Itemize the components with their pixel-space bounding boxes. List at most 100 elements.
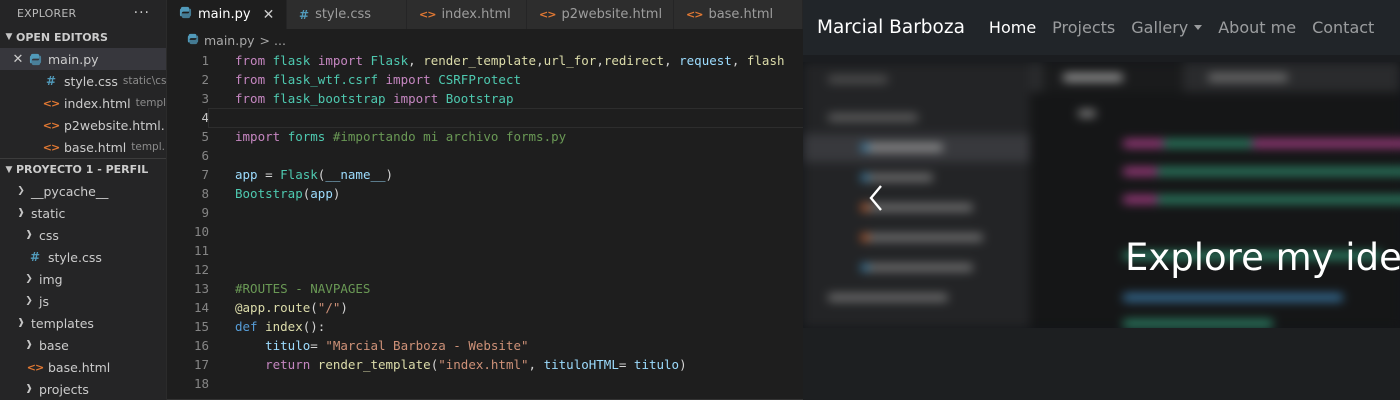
open-editor-item[interactable]: # style.css static\css xyxy=(0,70,166,92)
line-number: 4 xyxy=(201,110,209,125)
chevron-down-icon: ❱ xyxy=(25,230,33,240)
tree-item[interactable]: ❱ base xyxy=(0,334,166,356)
code-line: 2 from flask_wtf.csrf import CSRFProtect xyxy=(167,70,803,89)
tree-item[interactable]: ❱ static xyxy=(0,202,166,224)
open-editor-path: templ... xyxy=(131,141,166,153)
tree-item[interactable]: ❯ img xyxy=(0,268,166,290)
breadcrumb: main.py > ... xyxy=(167,29,803,51)
tab-style-css[interactable]: # style.css xyxy=(287,0,407,29)
tab-index-html[interactable]: <> index.html xyxy=(407,0,527,29)
code-line: 1 from flask import Flask, render_templat… xyxy=(167,51,803,70)
code-editor[interactable]: 1 from flask import Flask, render_templat… xyxy=(167,51,803,400)
css-file-icon: # xyxy=(45,74,57,88)
tree-item-label: base xyxy=(39,337,69,353)
more-actions-icon[interactable]: ··· xyxy=(134,5,150,21)
carousel-caption: Explore my ideas xyxy=(1125,236,1400,279)
open-editor-name: base.html xyxy=(64,139,127,155)
line-number: 1 xyxy=(201,53,209,68)
close-icon[interactable]: ✕ xyxy=(263,7,275,23)
open-editor-path: templ... xyxy=(135,97,166,109)
nav-about[interactable]: About me xyxy=(1218,18,1296,37)
tree-item[interactable]: ❱ templates xyxy=(0,312,166,334)
line-number: 9 xyxy=(201,205,209,220)
code-line: 9 xyxy=(167,203,803,222)
tree-item-label: css xyxy=(39,227,59,243)
code-line: 10 xyxy=(167,222,803,241)
line-number: 18 xyxy=(193,376,209,391)
line-number: 5 xyxy=(201,129,209,144)
line-number: 10 xyxy=(193,224,209,239)
code-line: 16 titulo= "Marcial Barboza - Website" xyxy=(167,336,803,355)
line-number: 3 xyxy=(201,91,209,106)
html-file-icon: <> xyxy=(42,118,60,132)
line-number: 8 xyxy=(201,186,209,201)
caret-down-icon xyxy=(1194,25,1203,30)
code-line: 8 Bootstrap(app) xyxy=(167,184,803,203)
open-editors-title: OPEN EDITORS xyxy=(16,30,108,44)
tree-item[interactable]: ❯ js xyxy=(0,290,166,312)
line-number: 13 xyxy=(193,281,209,296)
tab-label: p2website.html xyxy=(561,7,663,22)
open-editor-item[interactable]: <> p2website.html... xyxy=(0,114,166,136)
python-file-icon xyxy=(28,53,42,66)
breadcrumb-rest[interactable]: > ... xyxy=(260,33,286,48)
line-number: 15 xyxy=(193,319,209,334)
close-icon[interactable]: ✕ xyxy=(0,52,28,67)
chevron-left-icon xyxy=(869,185,882,211)
line-number: 14 xyxy=(193,300,209,315)
chevron-right-icon: ❯ xyxy=(17,186,25,196)
carousel-prev-button[interactable] xyxy=(863,180,889,216)
chevron-down-icon: ❱ xyxy=(17,318,25,328)
chevron-down-icon: ▼ xyxy=(5,32,13,42)
project-title: PROYECTO 1 - PERFIL xyxy=(16,163,149,176)
tab-label: index.html xyxy=(441,7,511,22)
tree-item-label: style.css xyxy=(48,249,102,265)
html-file-icon: <> xyxy=(42,140,60,154)
project-header[interactable]: ▼ PROYECTO 1 - PERFIL xyxy=(0,158,166,180)
open-editor-item[interactable]: <> base.html templ... xyxy=(0,136,166,158)
html-file-icon: <> xyxy=(42,96,60,110)
tree-item-label: base.html xyxy=(48,359,111,375)
breadcrumb-file[interactable]: main.py xyxy=(204,33,255,48)
code-line: 5 import forms #importando mi archivo for… xyxy=(167,127,803,146)
line-number: 2 xyxy=(201,72,209,87)
html-file-icon: <> xyxy=(539,8,556,21)
chevron-down-icon: ▼ xyxy=(5,164,13,175)
open-editors-header[interactable]: ▼ OPEN EDITORS xyxy=(0,26,166,48)
line-number: 16 xyxy=(193,338,209,353)
line-number: 6 xyxy=(201,148,209,163)
tab-p2website-html[interactable]: <> p2website.html xyxy=(527,0,674,29)
open-editor-item[interactable]: ✕ main.py xyxy=(0,48,166,70)
open-editor-name: index.html xyxy=(64,95,131,111)
code-line: 7 app = Flask(__name__) xyxy=(167,165,803,184)
chevron-down-icon: ❱ xyxy=(25,340,33,350)
tree-item[interactable]: <> base.html xyxy=(0,356,166,378)
carousel: Explore my ideas xyxy=(803,62,1400,328)
tab-base-html[interactable]: <> base.html xyxy=(674,0,803,29)
code-line: 14 @app.route("/") xyxy=(167,298,803,317)
explorer-header: EXPLORER ··· xyxy=(0,0,166,26)
tree-item-label: static xyxy=(31,205,66,221)
code-line: 3 from flask_bootstrap import Bootstrap xyxy=(167,89,803,108)
nav-gallery[interactable]: Gallery xyxy=(1131,18,1203,37)
python-file-icon xyxy=(179,6,192,23)
open-editor-name: p2website.html... xyxy=(64,117,166,133)
tree-item[interactable]: ❱ projects xyxy=(0,378,166,400)
tab-main-py[interactable]: main.py ✕ xyxy=(167,0,287,29)
code-line: 17 return render_template("index.html", … xyxy=(167,355,803,374)
nav-contact[interactable]: Contact xyxy=(1312,18,1374,37)
open-editor-item[interactable]: <> index.html templ... xyxy=(0,92,166,114)
line-number: 7 xyxy=(201,167,209,182)
nav-projects[interactable]: Projects xyxy=(1052,18,1115,37)
tree-item-label: js xyxy=(39,293,49,309)
nav-home[interactable]: Home xyxy=(989,18,1036,37)
tree-item[interactable]: ❱ css xyxy=(0,224,166,246)
tab-label: style.css xyxy=(315,7,372,22)
css-file-icon: # xyxy=(29,250,41,264)
site-brand[interactable]: Marcial Barboza xyxy=(817,17,965,38)
code-line-current: 4 xyxy=(167,107,803,128)
python-file-icon xyxy=(187,33,199,48)
tree-item[interactable]: # style.css xyxy=(0,246,166,268)
tree-item[interactable]: ❯ __pycache__ xyxy=(0,180,166,202)
website-preview: Marcial Barboza Home Projects Gallery Ab… xyxy=(803,0,1400,400)
